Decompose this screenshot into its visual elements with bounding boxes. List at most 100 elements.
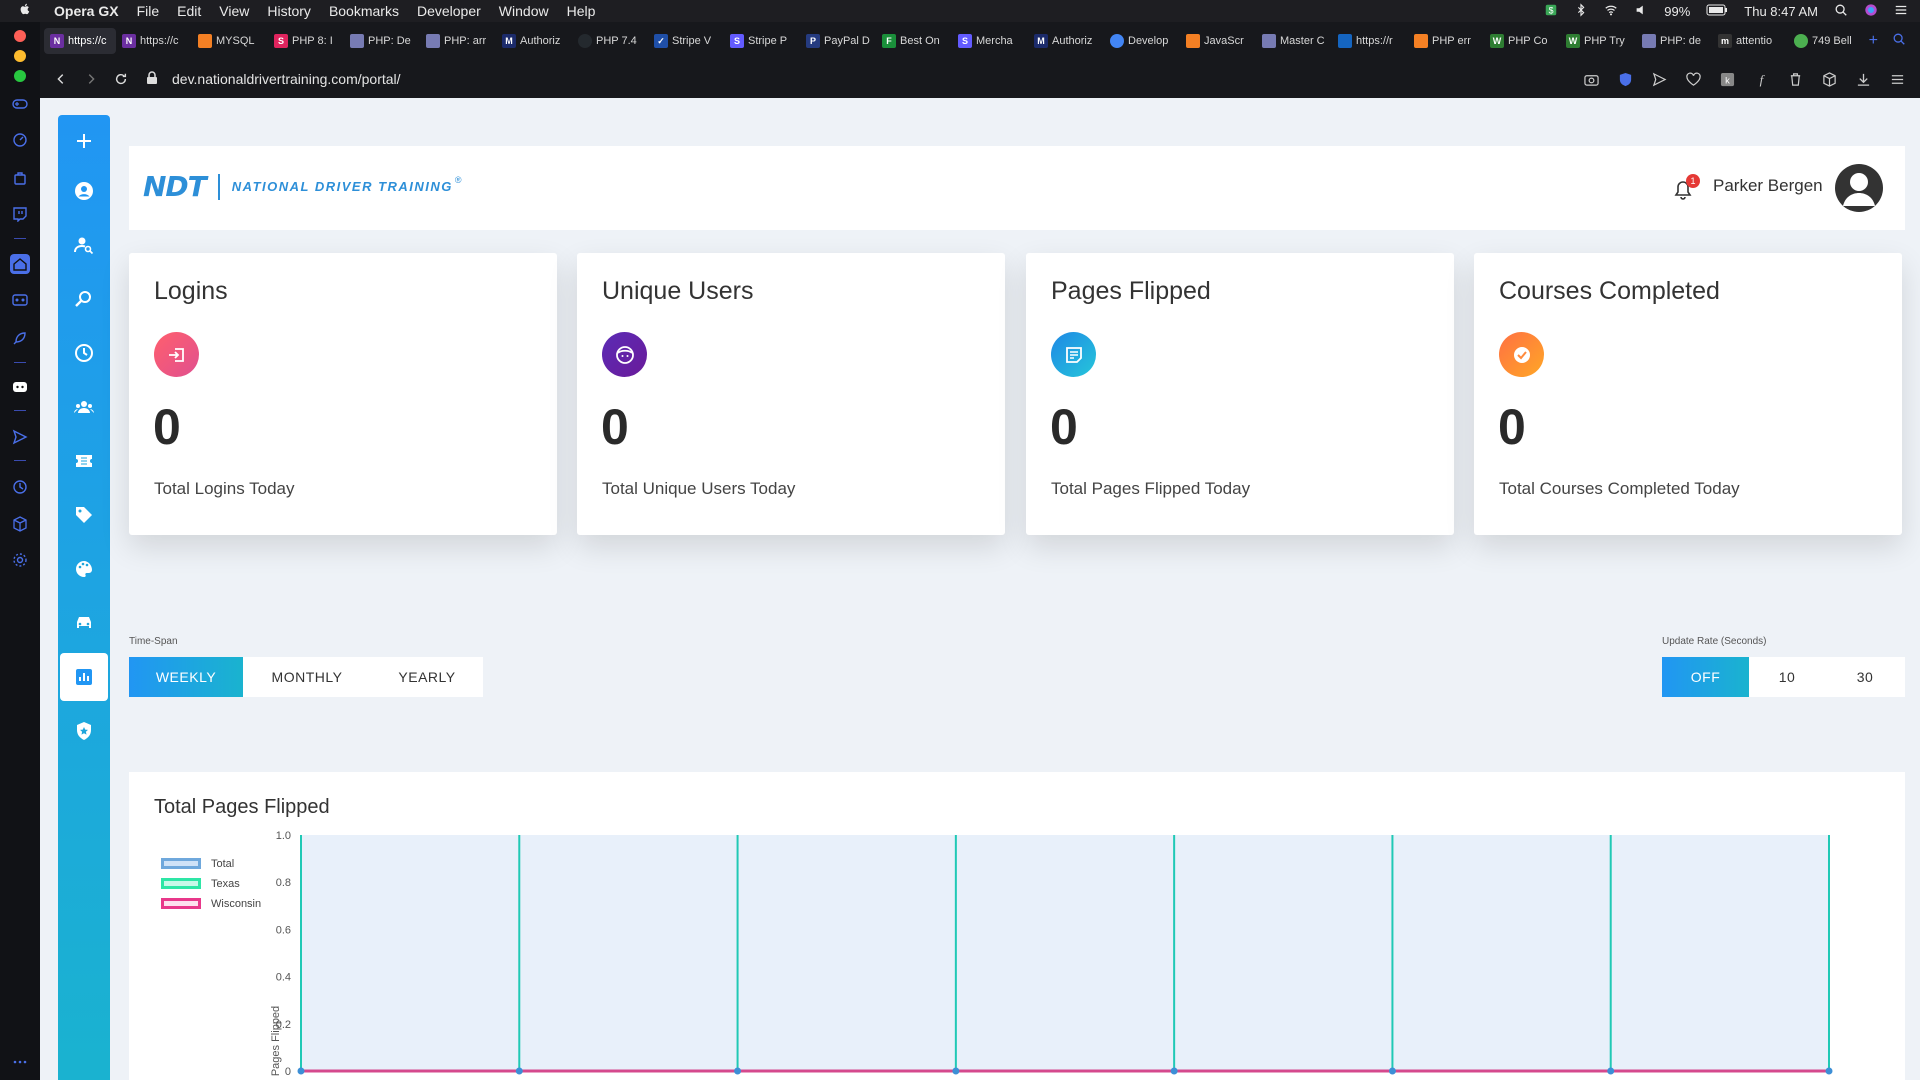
- add-icon[interactable]: [60, 117, 108, 165]
- tab[interactable]: PHP: arr: [420, 28, 496, 54]
- wifi-icon[interactable]: [1604, 3, 1618, 20]
- send-page-icon[interactable]: [1650, 70, 1668, 88]
- vpn-shield-icon[interactable]: [1616, 70, 1634, 88]
- timespan-weekly-button[interactable]: WEEKLY: [129, 657, 243, 697]
- function-icon[interactable]: f: [1752, 70, 1770, 88]
- tab[interactable]: JavaScr: [1180, 28, 1256, 54]
- tab[interactable]: ✓ Stripe V: [648, 28, 724, 54]
- avatar[interactable]: [1835, 164, 1883, 212]
- history-icon[interactable]: [10, 477, 30, 497]
- data-point: [1825, 1067, 1833, 1075]
- tab[interactable]: PHP 7.4: [572, 28, 648, 54]
- speedometer-icon[interactable]: [10, 130, 30, 150]
- menu-app-name[interactable]: Opera GX: [54, 3, 119, 19]
- url-field[interactable]: dev.nationaldrivertraining.com/portal/: [146, 70, 401, 88]
- account-icon[interactable]: [60, 167, 108, 215]
- user-search-icon[interactable]: [60, 221, 108, 269]
- tab[interactable]: PHP err: [1408, 28, 1484, 54]
- apple-icon[interactable]: [18, 2, 40, 20]
- menu-edit[interactable]: Edit: [177, 3, 201, 19]
- car-icon[interactable]: [60, 599, 108, 647]
- settings-icon[interactable]: [10, 550, 30, 570]
- home-icon[interactable]: [10, 254, 30, 274]
- notification-button[interactable]: 1: [1672, 174, 1700, 202]
- tab[interactable]: P PayPal D: [800, 28, 876, 54]
- tab[interactable]: MYSQL: [192, 28, 268, 54]
- update-rate-off-button[interactable]: OFF: [1662, 657, 1749, 697]
- reload-icon[interactable]: [112, 70, 130, 88]
- tab[interactable]: W PHP Co: [1484, 28, 1560, 54]
- new-tab-icon[interactable]: +: [1869, 32, 1878, 51]
- tag-icon[interactable]: [60, 491, 108, 539]
- siri-icon[interactable]: [1864, 3, 1878, 20]
- forward-icon[interactable]: [82, 70, 100, 88]
- tab[interactable]: Master C: [1256, 28, 1332, 54]
- menu-file[interactable]: File: [137, 3, 160, 19]
- clock[interactable]: Thu 8:47 AM: [1744, 4, 1818, 19]
- heart-icon[interactable]: [1684, 70, 1702, 88]
- tab[interactable]: Develop: [1104, 28, 1180, 54]
- clock-icon[interactable]: [60, 329, 108, 377]
- dollar-status-icon[interactable]: $: [1544, 3, 1558, 20]
- rocket-icon[interactable]: [10, 328, 30, 348]
- tab[interactable]: m attentio: [1712, 28, 1788, 54]
- minimize-window-button[interactable]: [14, 50, 26, 62]
- tab[interactable]: PHP: De: [344, 28, 420, 54]
- tab[interactable]: F Best On: [876, 28, 952, 54]
- timespan-monthly-button[interactable]: MONTHLY: [243, 657, 371, 697]
- menu-developer[interactable]: Developer: [417, 3, 481, 19]
- twitch-icon[interactable]: [10, 204, 30, 224]
- ticket-icon[interactable]: [60, 437, 108, 485]
- send-icon[interactable]: [10, 427, 30, 447]
- menu-history[interactable]: History: [267, 3, 311, 19]
- back-icon[interactable]: [52, 70, 70, 88]
- extension-k-icon[interactable]: k: [1718, 70, 1736, 88]
- gamepad-icon[interactable]: [10, 94, 30, 114]
- tab[interactable]: M Authoriz: [496, 28, 572, 54]
- download-icon[interactable]: [1854, 70, 1872, 88]
- spotlight-icon[interactable]: [1834, 3, 1848, 20]
- tab[interactable]: PHP: de: [1636, 28, 1712, 54]
- controller-icon[interactable]: [10, 290, 30, 310]
- timespan-yearly-button[interactable]: YEARLY: [371, 657, 483, 697]
- volume-icon[interactable]: [1634, 3, 1648, 20]
- battery-percent[interactable]: 99%: [1664, 4, 1690, 19]
- tab[interactable]: 749 Bell: [1788, 28, 1864, 54]
- menu-icon[interactable]: [1888, 70, 1906, 88]
- badge-shield-icon[interactable]: [60, 707, 108, 755]
- trash-icon[interactable]: [1786, 70, 1804, 88]
- tab[interactable]: W PHP Try: [1560, 28, 1636, 54]
- update-rate-30-button[interactable]: 30: [1825, 657, 1905, 697]
- tab-favicon: [426, 34, 440, 48]
- menu-bookmarks[interactable]: Bookmarks: [329, 3, 399, 19]
- zoom-search-icon[interactable]: [60, 275, 108, 323]
- user-name[interactable]: Parker Bergen: [1713, 176, 1823, 196]
- package-icon[interactable]: [1820, 70, 1838, 88]
- zoom-window-button[interactable]: [14, 70, 26, 82]
- tab[interactable]: Nhttps://c: [44, 28, 116, 54]
- analytics-icon[interactable]: [60, 653, 108, 701]
- tab[interactable]: M Authoriz: [1028, 28, 1104, 54]
- tab[interactable]: https://r: [1332, 28, 1408, 54]
- control-center-icon[interactable]: [1894, 3, 1908, 20]
- palette-icon[interactable]: [60, 545, 108, 593]
- tab[interactable]: S PHP 8: I: [268, 28, 344, 54]
- camera-icon[interactable]: [1582, 70, 1600, 88]
- battery-icon[interactable]: [1706, 4, 1728, 19]
- bluetooth-icon[interactable]: [1574, 2, 1588, 20]
- ndt-logo[interactable]: NDT NATIONAL DRIVER TRAINING ®: [143, 170, 462, 203]
- bag-icon[interactable]: [10, 168, 30, 188]
- menu-view[interactable]: View: [219, 3, 249, 19]
- cube-icon[interactable]: [10, 514, 30, 534]
- tab[interactable]: Nhttps://c: [116, 28, 192, 54]
- discord-icon[interactable]: [10, 377, 30, 397]
- update-rate-10-button[interactable]: 10: [1749, 657, 1825, 697]
- tab[interactable]: S Mercha: [952, 28, 1028, 54]
- menu-help[interactable]: Help: [567, 3, 596, 19]
- tab-search-icon[interactable]: [1892, 32, 1906, 51]
- close-window-button[interactable]: [14, 30, 26, 42]
- group-icon[interactable]: [60, 383, 108, 431]
- more-icon[interactable]: [10, 1052, 30, 1072]
- menu-window[interactable]: Window: [499, 3, 549, 19]
- tab[interactable]: S Stripe P: [724, 28, 800, 54]
